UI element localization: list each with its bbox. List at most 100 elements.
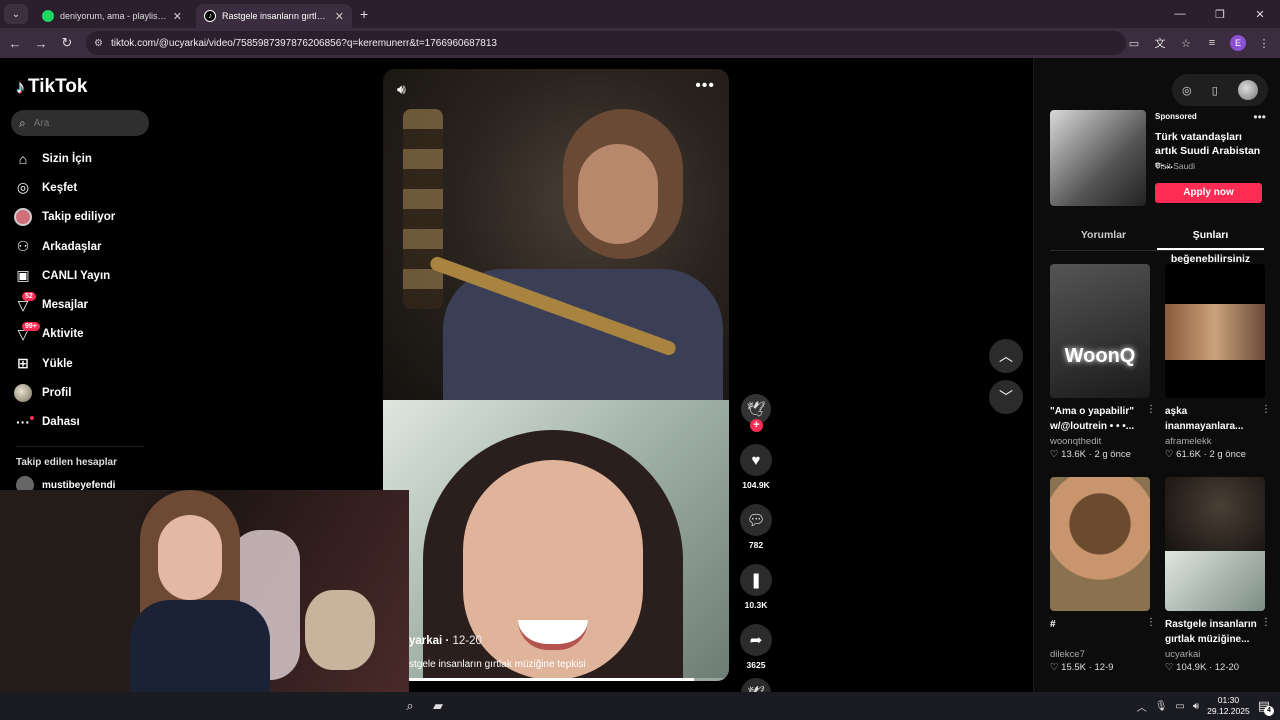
- sidebar-item-messages[interactable]: ▽ 52 Mesajlar: [14, 290, 115, 319]
- webcam-overlay: [0, 490, 409, 692]
- ad-advertiser: Visit Saudi: [1155, 161, 1196, 171]
- card-stats: ♡ 104.9K · 12-20: [1165, 662, 1240, 673]
- video-card[interactable]: WoonQ "Ama o yapabilir" w/@loutrein • • …: [1050, 264, 1156, 460]
- apply-now-button[interactable]: Apply now: [1155, 183, 1262, 203]
- clock[interactable]: 01:30 29.12.2025: [1207, 695, 1250, 717]
- close-tab-icon[interactable]: ✕: [173, 10, 182, 23]
- sidebar-nav: ⌂ Sizin İçin ◎ Keşfet Takip ediliyor ⚇ A…: [14, 144, 115, 437]
- profile-icon: [14, 384, 32, 403]
- video-progress-bar[interactable]: [383, 678, 729, 681]
- sidebar-item-label: Arkadaşlar: [42, 240, 102, 253]
- sidebar-item-following[interactable]: Takip ediliyor: [14, 203, 115, 232]
- heart-icon[interactable]: ♥: [740, 444, 772, 476]
- sidebar-item-profile[interactable]: Profil: [14, 378, 115, 407]
- video-thumbnail: [1050, 477, 1150, 611]
- compass-icon[interactable]: ◎: [1182, 84, 1192, 97]
- comment-icon[interactable]: 💬︎: [740, 504, 772, 536]
- sidebar-item-friends[interactable]: ⚇ Arkadaşlar: [14, 232, 115, 261]
- microphone-icon[interactable]: 🎙︎: [1155, 701, 1168, 712]
- minimize-icon[interactable]: —: [1160, 0, 1200, 28]
- author-avatar[interactable]: 🕊︎ +: [741, 394, 771, 432]
- sidebar-item-explore[interactable]: ◎ Keşfet: [14, 173, 115, 202]
- user-avatar[interactable]: [1237, 80, 1258, 100]
- close-tab-icon[interactable]: ✕: [335, 10, 344, 23]
- search-input[interactable]: [33, 117, 134, 129]
- speaker-icon[interactable]: 🔊︎: [1193, 701, 1199, 712]
- share-action[interactable]: ➦ 3625: [738, 624, 774, 670]
- card-likes: 104.9K: [1176, 662, 1207, 673]
- device-icon[interactable]: ▯: [1212, 84, 1218, 97]
- video-more-icon[interactable]: •••: [695, 77, 715, 95]
- like-action[interactable]: ♥ 104.9K: [738, 444, 774, 490]
- video-author[interactable]: yarkai · 12-20: [409, 635, 482, 647]
- logo-text: TikTok: [28, 76, 88, 97]
- card-more-icon[interactable]: ⋮: [1146, 404, 1156, 415]
- notification-icon[interactable]: ▤ 4: [1258, 698, 1274, 716]
- follow-plus-icon[interactable]: +: [750, 419, 763, 432]
- sidebar-item-label: Keşfet: [42, 181, 78, 194]
- new-tab-button[interactable]: +: [360, 6, 368, 22]
- chevron-up-icon[interactable]: ︿: [1137, 699, 1147, 714]
- card-more-icon[interactable]: ⋮: [1261, 404, 1271, 415]
- tab-you-may-like[interactable]: Şunları beğenebilirsiniz: [1157, 223, 1264, 265]
- card-more-icon[interactable]: ⋮: [1261, 617, 1271, 628]
- save-action[interactable]: ❚ 10.3K: [738, 564, 774, 610]
- search-box[interactable]: ⌕: [11, 110, 149, 136]
- close-window-icon[interactable]: ✕: [1240, 0, 1280, 28]
- forward-icon[interactable]: →: [30, 32, 52, 54]
- address-bar[interactable]: ⚙ tiktok.com/@ucyarkai/video/75859873978…: [86, 31, 1126, 55]
- tiktok-logo[interactable]: ♪ TikTok: [16, 76, 87, 98]
- reload-icon[interactable]: ↻: [56, 32, 78, 54]
- top-right-controls: ◎ ▯: [1172, 74, 1268, 106]
- comment-action[interactable]: 💬︎ 782: [738, 504, 774, 550]
- bookmark-star-icon[interactable]: ☆: [1178, 37, 1194, 50]
- media-icon[interactable]: ≡: [1204, 37, 1220, 49]
- back-icon[interactable]: ←: [4, 32, 26, 54]
- network-icon[interactable]: ▭: [1175, 701, 1184, 712]
- tab-title: deniyorum, ama - playlist by: [60, 11, 167, 21]
- previous-video-button[interactable]: ︿: [989, 339, 1023, 373]
- video-progress-fill: [383, 678, 695, 681]
- sidebar-item-more[interactable]: ··· Dahası: [14, 408, 115, 437]
- volume-icon[interactable]: 🔊︎: [397, 81, 406, 98]
- sidebar-item-upload[interactable]: ⊞ Yükle: [14, 349, 115, 378]
- clock-date: 29.12.2025: [1207, 706, 1250, 716]
- card-time: 2 g önce: [1209, 449, 1246, 460]
- video-card[interactable]: # ⋮ dilekce7 ♡ 15.5K · 12-9: [1050, 477, 1156, 673]
- messages-badge: 52: [22, 292, 36, 302]
- profile-avatar-icon[interactable]: E: [1230, 35, 1246, 51]
- browser-tab-spotify[interactable]: deniyorum, ama - playlist by ✕: [34, 4, 190, 28]
- taskbar-app-icon[interactable]: ▰: [424, 692, 452, 720]
- card-more-icon[interactable]: ⋮: [1146, 617, 1156, 628]
- following-icon: [14, 208, 32, 227]
- heart-icon: ♡: [1165, 449, 1174, 460]
- sidebar-item-for-you[interactable]: ⌂ Sizin İçin: [14, 144, 115, 173]
- sidebar-item-live[interactable]: ▣ CANLI Yayın: [14, 261, 115, 290]
- share-icon[interactable]: ➦: [740, 624, 772, 656]
- tab-comments[interactable]: Yorumlar: [1050, 223, 1157, 250]
- upload-icon: ⊞: [17, 355, 29, 372]
- share-count: 3625: [746, 660, 766, 670]
- site-info-icon[interactable]: ⚙: [94, 38, 103, 49]
- translate-icon[interactable]: 文: [1152, 35, 1168, 51]
- sidebar-item-activity[interactable]: ▽ 99+ Aktivite: [14, 320, 115, 349]
- bookmark-icon[interactable]: ❚: [740, 564, 772, 596]
- taskbar-search-icon[interactable]: ⌕: [396, 692, 424, 720]
- video-date: 12-20: [452, 635, 482, 647]
- comment-count: 782: [748, 540, 764, 550]
- tab-search-button[interactable]: ⌄: [4, 4, 28, 24]
- heart-icon: ♡: [1050, 662, 1059, 673]
- card-stats: ♡ 15.5K · 12-9: [1050, 662, 1114, 673]
- video-player[interactable]: 🔊︎ ••• yarkai · 12-20 stgele insanların …: [383, 69, 729, 681]
- menu-icon[interactable]: ⋮: [1256, 37, 1272, 50]
- card-author: ucyarkai: [1165, 649, 1201, 660]
- sponsored-ad[interactable]: Sponsored ••• Türk vatandaşları artık Su…: [1050, 110, 1266, 206]
- browser-tab-tiktok[interactable]: ♪ Rastgele insanların gırtlak müzi ✕: [196, 4, 352, 28]
- cast-icon[interactable]: ▭: [1126, 37, 1142, 50]
- restore-icon[interactable]: ❐: [1200, 0, 1240, 28]
- video-card[interactable]: aşka inanmayanlara... ⋮ aframelekk ♡ 61.…: [1165, 264, 1271, 460]
- ad-more-icon[interactable]: •••: [1253, 110, 1266, 124]
- next-video-button[interactable]: ﹀: [989, 380, 1023, 414]
- video-card[interactable]: Rastgele insanların gırtlak müziğine... …: [1165, 477, 1271, 673]
- tiktok-logo-icon: ♪: [16, 76, 25, 97]
